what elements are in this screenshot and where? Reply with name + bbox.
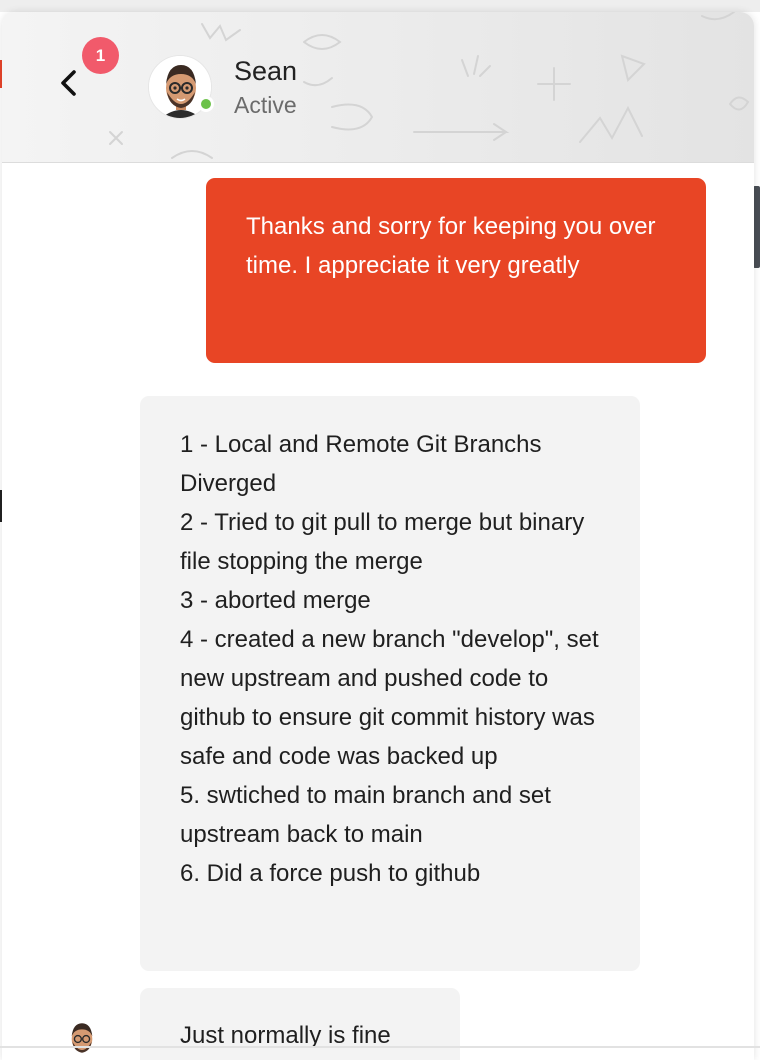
sender-avatar[interactable]: [60, 1017, 104, 1060]
chevron-left-icon: [61, 70, 76, 96]
page-scrollbar[interactable]: [753, 186, 760, 268]
bottom-divider: [0, 1046, 760, 1048]
outgoing-message[interactable]: Thanks and sorry for keeping you over ti…: [206, 178, 706, 363]
chat-header: 1 Sean Active: [2, 12, 754, 163]
incoming-message[interactable]: Just normally is fine: [140, 988, 460, 1060]
contact-name: Sean: [234, 56, 298, 86]
unread-badge: 1: [82, 37, 119, 74]
page-top-strip: [0, 0, 760, 12]
online-status-dot: [198, 96, 214, 112]
header-doodle-pattern: [109, 12, 750, 159]
chat-window: 1 Sean Active Thanks and sorry for keepi…: [2, 12, 754, 1060]
contact-status: Active: [234, 92, 297, 118]
message-list[interactable]: Thanks and sorry for keeping you over ti…: [2, 163, 754, 1060]
incoming-message[interactable]: 1 - Local and Remote Git Branchs Diverge…: [140, 396, 640, 971]
bitmoji-avatar-small-icon: [60, 1017, 104, 1060]
